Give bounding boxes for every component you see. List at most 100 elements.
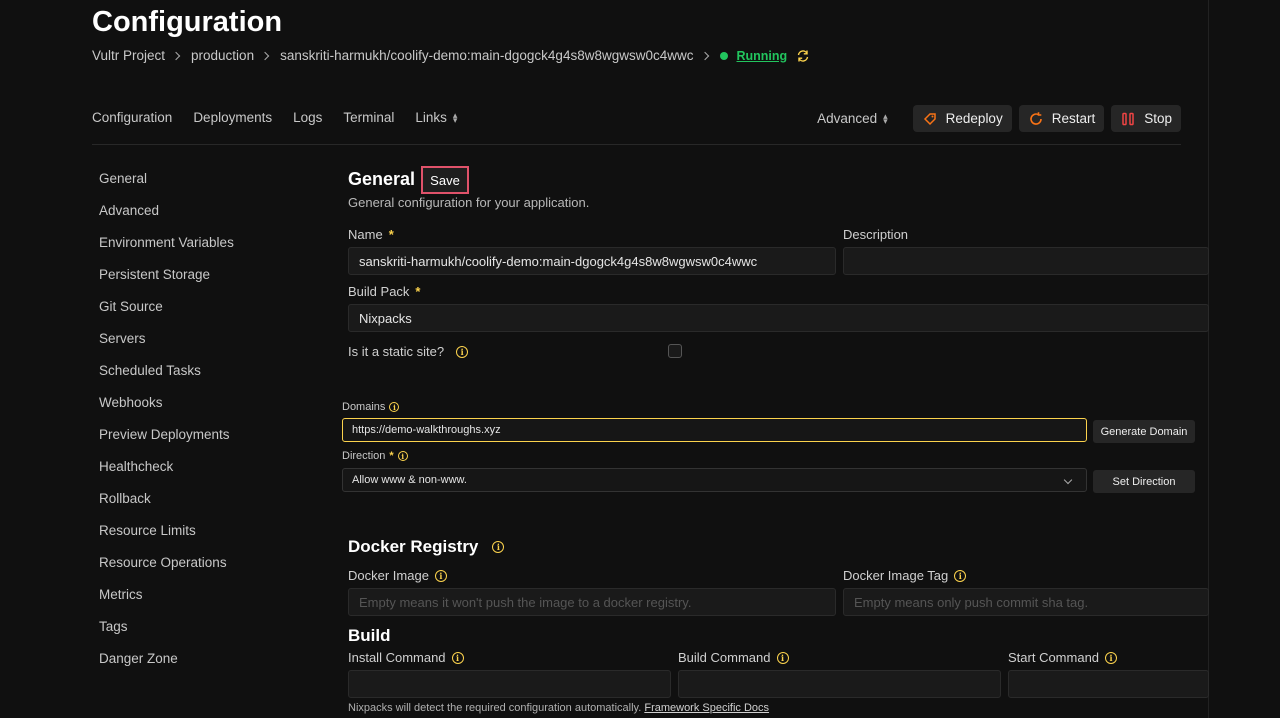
sidebar-item-metrics[interactable]: Metrics <box>99 587 234 619</box>
start-command-input[interactable] <box>1008 670 1209 698</box>
docker-image-tag-placeholder: Empty means only push commit sha tag. <box>854 594 1089 610</box>
advanced-label: Advanced <box>817 111 878 126</box>
direction-label: Direction * i <box>342 450 408 462</box>
save-button[interactable]: Save <box>421 166 469 194</box>
sidebar-item-persistent-storage[interactable]: Persistent Storage <box>99 267 234 299</box>
sidebar: General Advanced Environment Variables P… <box>99 171 234 683</box>
direction-select-value: Allow www & non-www. <box>352 474 467 486</box>
info-icon[interactable]: i <box>456 345 469 358</box>
info-icon[interactable]: i <box>776 651 789 664</box>
sidebar-item-advanced[interactable]: Advanced <box>99 203 234 235</box>
general-heading: General <box>348 169 416 189</box>
docker-image-tag-label: Docker Image Tag i <box>843 568 967 583</box>
sidebar-item-resource-operations[interactable]: Resource Operations <box>99 555 234 587</box>
info-icon[interactable]: i <box>492 541 505 553</box>
sidebar-item-scheduled-tasks[interactable]: Scheduled Tasks <box>99 363 234 395</box>
sidebar-item-webhooks[interactable]: Webhooks <box>99 395 234 427</box>
required-asterisk: * <box>388 227 394 242</box>
build-footer: Nixpacks will detect the required config… <box>348 702 769 714</box>
chevron-right-icon <box>171 51 181 60</box>
chevron-right-icon <box>260 51 270 60</box>
restart-label: Restart <box>1051 111 1096 126</box>
install-command-input[interactable] <box>348 670 671 698</box>
static-site-label: Is it a static site? i <box>348 344 469 359</box>
stop-icon <box>1122 112 1134 125</box>
chevron-right-icon <box>700 51 709 60</box>
docker-image-tag-input[interactable]: Empty means only push commit sha tag. <box>843 588 1209 616</box>
status-badge[interactable]: Running <box>737 49 788 63</box>
chevron-updown-icon: ▴ ▾ <box>452 109 458 125</box>
sidebar-item-git-source[interactable]: Git Source <box>99 299 234 331</box>
name-label-text: Name <box>348 227 383 242</box>
page-title: Configuration <box>92 6 283 38</box>
breadcrumb-resource[interactable]: sanskriti-harmukh/coolify-demo:main-dgog… <box>280 48 693 63</box>
sidebar-item-resource-limits[interactable]: Resource Limits <box>99 523 234 555</box>
static-site-label-text: Is it a static site? <box>348 344 445 359</box>
tab-logs[interactable]: Logs <box>293 110 322 125</box>
chevron-updown-icon: ▴ ▾ <box>883 110 888 126</box>
domains-input[interactable]: https://demo-walkthroughs.xyz <box>342 418 1087 442</box>
stop-button[interactable]: Stop <box>1111 105 1181 132</box>
sidebar-item-servers[interactable]: Servers <box>99 331 234 363</box>
docker-image-label-text: Docker Image <box>348 568 429 583</box>
buildpack-label: Build Pack * <box>348 284 420 299</box>
general-subtitle: General configuration for your applicati… <box>348 195 590 210</box>
sidebar-item-healthcheck[interactable]: Healthcheck <box>99 459 234 491</box>
start-command-label: Start Command i <box>1008 650 1118 665</box>
set-direction-button[interactable]: Set Direction <box>1093 470 1195 493</box>
build-command-label: Build Command i <box>678 650 789 665</box>
stop-label: Stop <box>1144 111 1172 126</box>
docker-registry-heading: Docker Registry <box>348 537 479 556</box>
required-asterisk: * <box>415 284 421 299</box>
build-footer-text: Nixpacks will detect the required config… <box>348 702 642 714</box>
docker-image-tag-label-text: Docker Image Tag <box>843 568 949 583</box>
docker-image-input[interactable]: Empty means it won't push the image to a… <box>348 588 836 616</box>
info-icon[interactable]: i <box>397 451 408 461</box>
sidebar-item-tags[interactable]: Tags <box>99 619 234 651</box>
description-input[interactable] <box>843 247 1209 275</box>
tab-links-label: Links <box>415 110 447 125</box>
header-divider <box>92 144 1181 145</box>
name-input[interactable]: sanskriti-harmukh/coolify-demo:main-dgog… <box>348 247 836 275</box>
sidebar-item-danger-zone[interactable]: Danger Zone <box>99 651 234 683</box>
build-command-input[interactable] <box>678 670 1001 698</box>
name-label: Name * <box>348 227 394 242</box>
advanced-dropdown[interactable]: Advanced ▴ ▾ <box>817 111 888 126</box>
tab-deployments[interactable]: Deployments <box>193 110 272 125</box>
info-icon[interactable]: i <box>954 569 967 582</box>
sidebar-item-rollback[interactable]: Rollback <box>99 491 234 523</box>
tab-terminal[interactable]: Terminal <box>343 110 394 125</box>
tab-links[interactable]: Links ▴ ▾ <box>415 110 457 125</box>
install-command-label-text: Install Command <box>348 650 446 665</box>
redeploy-label: Redeploy <box>945 111 1003 126</box>
static-site-checkbox[interactable] <box>668 344 682 358</box>
generate-domain-button[interactable]: Generate Domain <box>1093 420 1195 443</box>
redeploy-button[interactable]: Redeploy <box>912 105 1012 132</box>
docker-registry-header: Docker Registry i <box>348 537 505 557</box>
breadcrumb: Vultr Project production sanskriti-harmu… <box>92 48 810 63</box>
sidebar-item-preview-deployments[interactable]: Preview Deployments <box>99 427 234 459</box>
resource-actions: Advanced ▴ ▾ Redeploy Restart Stop <box>817 105 1181 132</box>
build-heading: Build <box>348 626 391 645</box>
sidebar-item-general[interactable]: General <box>99 171 234 203</box>
sidebar-item-environment-variables[interactable]: Environment Variables <box>99 235 234 267</box>
info-icon[interactable]: i <box>389 402 400 412</box>
required-asterisk: * <box>389 450 394 462</box>
chevron-down-icon <box>1063 475 1073 485</box>
buildpack-label-text: Build Pack <box>348 284 410 299</box>
start-command-label-text: Start Command <box>1008 650 1100 665</box>
restart-button[interactable]: Restart <box>1018 105 1105 132</box>
direction-select[interactable]: Allow www & non-www. <box>342 468 1087 492</box>
framework-docs-link[interactable]: Framework Specific Docs <box>644 702 769 714</box>
docker-image-label: Docker Image i <box>348 568 447 583</box>
breadcrumb-project[interactable]: Vultr Project <box>92 48 165 63</box>
buildpack-select[interactable]: Nixpacks <box>348 304 1209 332</box>
info-icon[interactable]: i <box>451 651 464 664</box>
domains-label: Domains i <box>342 401 400 413</box>
info-icon[interactable]: i <box>434 569 447 582</box>
info-icon[interactable]: i <box>1105 651 1118 664</box>
breadcrumb-environment[interactable]: production <box>191 48 254 63</box>
description-label: Description <box>843 227 909 242</box>
refresh-icon[interactable] <box>796 49 810 63</box>
tab-configuration[interactable]: Configuration <box>92 110 172 125</box>
